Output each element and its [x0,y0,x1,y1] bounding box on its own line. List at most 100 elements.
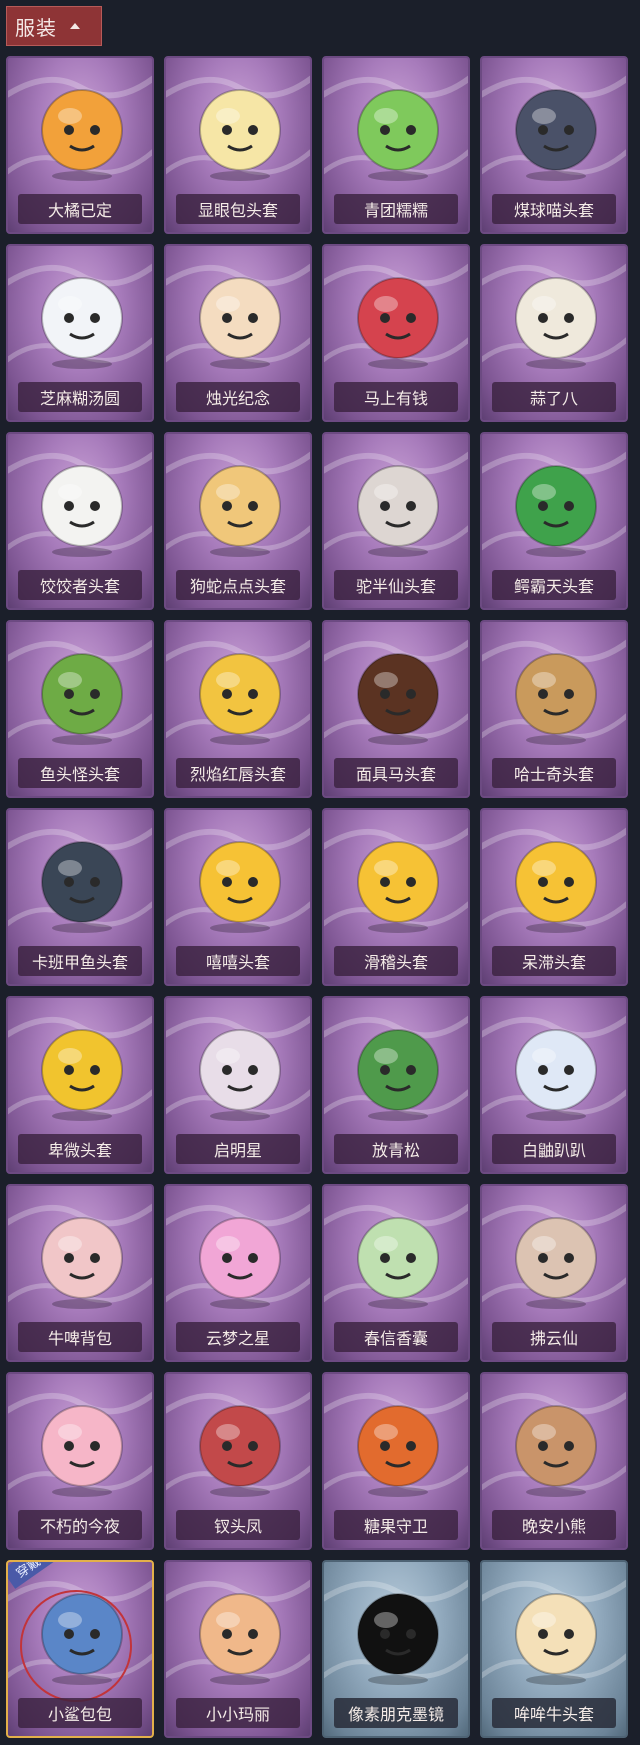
green-dumpling-icon [357,89,439,181]
category-title: 服装 [15,15,57,40]
outfit-card-label: 卑微头套 [18,1134,142,1164]
chevron-up-icon [70,23,80,29]
outfit-card[interactable]: 拂云仙 [480,1184,628,1362]
pikachu-mask-icon [199,653,281,745]
outfit-card[interactable]: 烛光纪念 [164,244,312,422]
pumpkin-guard-icon [357,1405,439,1497]
horse-mask-icon [357,653,439,745]
outfit-card-label: 大橘已定 [18,194,142,224]
outfit-card-label: 鱼头怪头套 [18,758,142,788]
outfit-card-label: 烈焰红唇头套 [176,758,300,788]
outfit-card[interactable]: 牛啤背包 [6,1184,154,1362]
raccoon-head-icon [357,465,439,557]
teddy-bear-icon [515,1405,597,1497]
outfit-card-label: 像素朋克墨镜 [334,1698,458,1728]
potted-pine-icon [357,1029,439,1121]
outfit-card-label: 滑稽头套 [334,946,458,976]
outfit-card[interactable]: 哈士奇头套 [480,620,628,798]
outfit-card[interactable]: 哞哞牛头套 [480,1560,628,1738]
outfit-card-label: 青团糯糯 [334,194,458,224]
outfit-card[interactable]: 穿戴 小鲨包包 [6,1560,154,1738]
outfit-card-label: 鳄霸天头套 [492,570,616,600]
outfit-card-label: 小小玛丽 [176,1698,300,1728]
outfit-card[interactable]: 狗蛇点点头套 [164,432,312,610]
outfit-card-label: 烛光纪念 [176,382,300,412]
outfit-card-label: 卡班甲鱼头套 [18,946,142,976]
outfit-card[interactable]: 鱼头怪头套 [6,620,154,798]
outfit-card[interactable]: 滑稽头套 [322,808,470,986]
outfit-card[interactable]: 云梦之星 [164,1184,312,1362]
outfit-card[interactable]: 不朽的今夜 [6,1372,154,1550]
outfit-card-label: 嘻嘻头套 [176,946,300,976]
outfit-card[interactable]: 显眼包头套 [164,56,312,234]
dark-cat-head-icon [515,89,597,181]
outfit-card-label: 牛啤背包 [18,1322,142,1352]
dazed-emoji-icon [515,841,597,933]
grin-emoji-icon [199,841,281,933]
outfit-card-label: 哈士奇头套 [492,758,616,788]
outfit-card[interactable]: 钗头凤 [164,1372,312,1550]
outfit-card-label: 放青松 [334,1134,458,1164]
outfit-card[interactable]: 放青松 [322,996,470,1174]
outfit-card-label: 钗头凤 [176,1510,300,1540]
selected-ring [20,1590,132,1702]
snake-head-icon [199,465,281,557]
outfit-card-label: 驼半仙头套 [334,570,458,600]
outfit-card[interactable]: 煤球喵头套 [480,56,628,234]
outfit-card-label: 狗蛇点点头套 [176,570,300,600]
outfit-card-label: 呆滞头套 [492,946,616,976]
dog-head-icon [515,653,597,745]
cow-beer-icon [41,1217,123,1309]
outfit-card[interactable]: 芝麻糊汤圆 [6,244,154,422]
pixel-sunglasses-icon [357,1593,439,1685]
outfit-category-toggle[interactable]: 服装 [6,6,102,46]
sly-emoji-icon [357,841,439,933]
outfit-card[interactable]: 糖果守卫 [322,1372,470,1550]
orange-face-icon [41,89,123,181]
outfit-card-label: 不朽的今夜 [18,1510,142,1540]
outfit-card[interactable]: 呆滞头套 [480,808,628,986]
outfit-card[interactable]: 面具马头套 [322,620,470,798]
outfit-card[interactable]: 青团糯糯 [322,56,470,234]
fish-head-icon [41,653,123,745]
candle-icon [199,277,281,369]
outfit-card[interactable]: 驼半仙头套 [322,432,470,610]
outfit-card-label: 小鲨包包 [18,1698,142,1728]
outfit-card[interactable]: 卡班甲鱼头套 [6,808,154,986]
turtle-head-icon [41,841,123,933]
unicorn-cloud-icon [199,1217,281,1309]
humble-emoji-icon [41,1029,123,1121]
outfit-card[interactable]: 像素朋克墨镜 [322,1560,470,1738]
phoenix-crown-icon [199,1405,281,1497]
outfit-card[interactable]: 卑微头套 [6,996,154,1174]
outfit-card[interactable]: 白鼬趴趴 [480,996,628,1174]
outfit-card[interactable]: 烈焰红唇头套 [164,620,312,798]
outfit-card[interactable]: 鳄霸天头套 [480,432,628,610]
outfit-grid: 大橘已定 显眼包头套 青团糯糯 煤球喵头套芝麻糊汤圆 烛光纪念 马上有钱 蒜了八饺饺者头套 狗… [6,56,628,1738]
cow-head-icon [515,1593,597,1685]
outfit-card[interactable]: 饺饺者头套 [6,432,154,610]
outfit-card[interactable]: 蒜了八 [480,244,628,422]
rice-ball-icon [41,277,123,369]
lightbulb-face-icon [199,89,281,181]
pink-cat-bowl-icon [41,1405,123,1497]
outfit-card-label: 启明星 [176,1134,300,1164]
outfit-card[interactable]: 嘻嘻头套 [164,808,312,986]
outfit-card[interactable]: 马上有钱 [322,244,470,422]
outfit-card-label: 白鼬趴趴 [492,1134,616,1164]
outfit-card[interactable]: 晚安小熊 [480,1372,628,1550]
outfit-card-label: 哞哞牛头套 [492,1698,616,1728]
outfit-card-label: 饺饺者头套 [18,570,142,600]
outfit-card[interactable]: 启明星 [164,996,312,1174]
dumpling-head-icon [41,465,123,557]
outfit-card-label: 晚安小熊 [492,1510,616,1540]
garlic-icon [515,277,597,369]
pale-figure-icon [199,1029,281,1121]
outfit-card[interactable]: 小小玛丽 [164,1560,312,1738]
outfit-card[interactable]: 春信香囊 [322,1184,470,1362]
doll-charm-icon [199,1593,281,1685]
outfit-card-label: 蒜了八 [492,382,616,412]
outfit-card[interactable]: 大橘已定 [6,56,154,234]
outfit-card-label: 煤球喵头套 [492,194,616,224]
crocodile-head-icon [515,465,597,557]
